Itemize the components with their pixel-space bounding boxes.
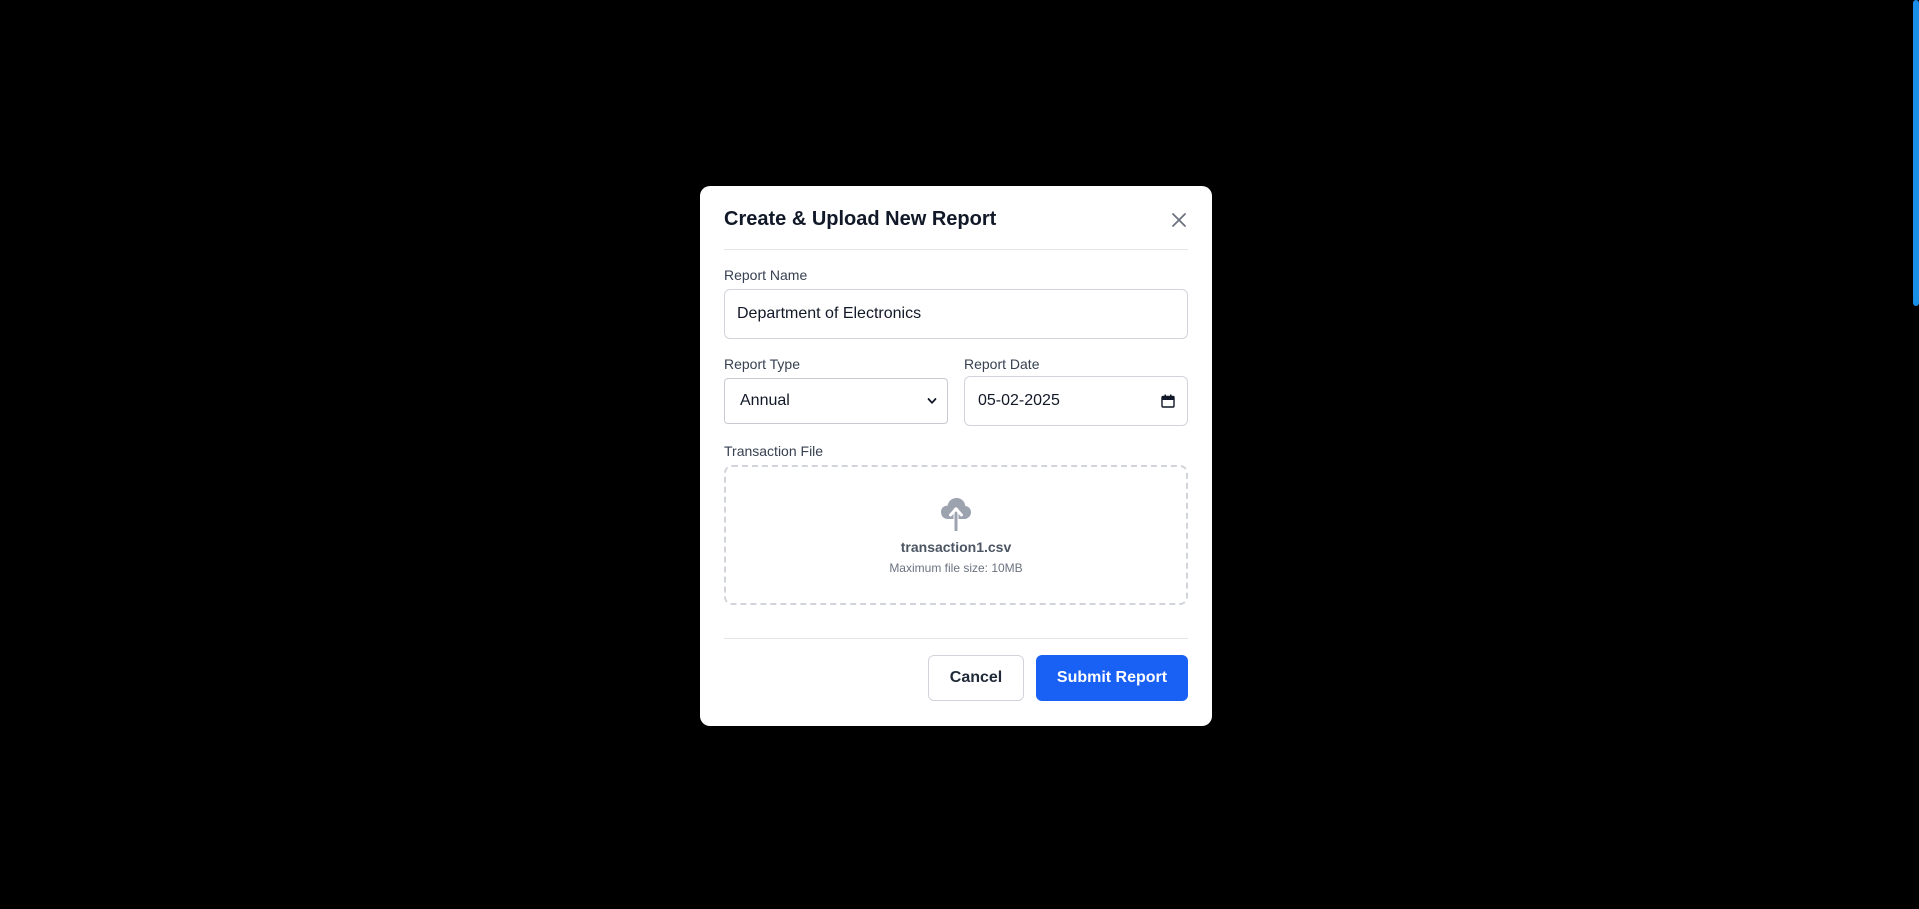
report-type-select[interactable]: Annual: [724, 378, 948, 424]
transaction-file-group: Transaction File transaction1.csv Maximu…: [724, 443, 1188, 605]
calendar-icon[interactable]: [1161, 394, 1175, 408]
scrollbar-thumb[interactable]: [1913, 0, 1919, 306]
transaction-file-label: Transaction File: [724, 443, 824, 459]
report-type-value: Annual: [740, 392, 790, 409]
submit-report-button[interactable]: Submit Report: [1036, 655, 1188, 701]
file-size-hint: Maximum file size: 10MB: [889, 561, 1023, 575]
file-dropzone[interactable]: transaction1.csv Maximum file size: 10MB: [724, 465, 1188, 605]
close-icon: [1172, 212, 1186, 227]
modal-header: Create & Upload New Report: [724, 186, 1188, 250]
report-date-label: Report Date: [964, 356, 1040, 372]
type-date-row: Report Type Annual Report Date 05-02-202…: [724, 356, 1188, 426]
modal-title: Create & Upload New Report: [724, 208, 997, 230]
selected-file-name: transaction1.csv: [900, 539, 1012, 555]
report-type-group: Report Type Annual: [724, 356, 948, 426]
report-date-value: 05-02-2025: [978, 392, 1060, 409]
modal-footer: Cancel Submit Report: [724, 638, 1188, 701]
close-button[interactable]: [1166, 207, 1192, 233]
report-name-group: Report Name: [724, 267, 1188, 339]
chevron-down-icon: [927, 398, 937, 404]
scrollbar-track[interactable]: [1913, 0, 1919, 909]
create-report-modal: Create & Upload New Report Report Name R…: [700, 186, 1212, 726]
report-date-input[interactable]: 05-02-2025: [964, 376, 1188, 426]
report-type-label: Report Type: [724, 356, 801, 372]
report-date-group: Report Date 05-02-2025: [964, 356, 1188, 426]
cancel-button[interactable]: Cancel: [928, 655, 1024, 701]
cloud-upload-icon: [941, 498, 971, 531]
report-name-label: Report Name: [724, 267, 808, 283]
report-name-input[interactable]: [724, 289, 1188, 339]
